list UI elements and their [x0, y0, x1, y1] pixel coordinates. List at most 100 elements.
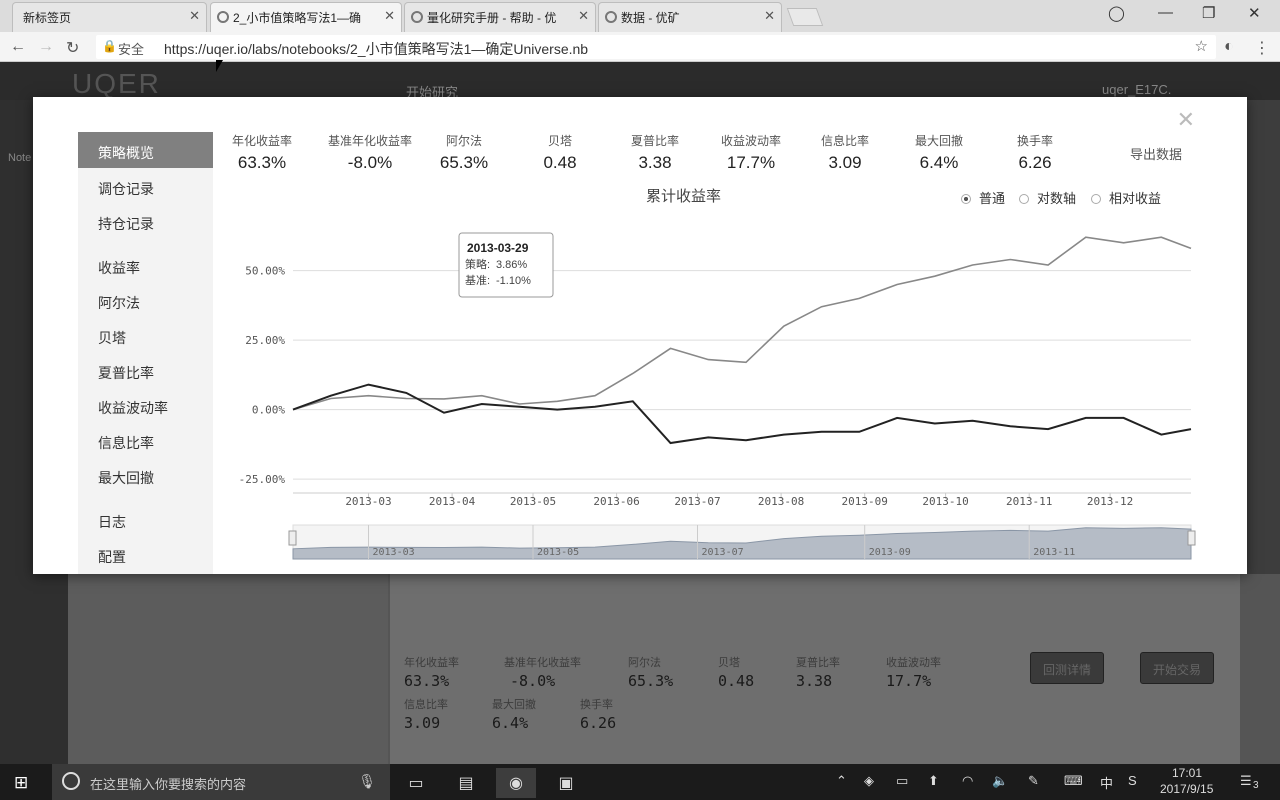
bg-stat-value: 3.09: [404, 714, 441, 732]
secure-label: 安全: [118, 42, 145, 57]
url-text[interactable]: https://uqer.io/labs/notebooks/2_小市值策略写法…: [164, 39, 588, 59]
task-view-icon[interactable]: ▭: [396, 768, 436, 798]
tab-handbook[interactable]: 量化研究手册 - 帮助 - 优 ✕: [404, 2, 596, 32]
navigator-tick-label: 2013-11: [1033, 547, 1075, 558]
address-bar[interactable]: 🔒 安全 https://uqer.io/labs/notebooks/2_小市…: [96, 35, 1216, 59]
battery-icon[interactable]: ▭: [896, 773, 908, 789]
bg-stat-label: 贝塔: [718, 657, 740, 669]
tooltip-date: 2013-03-29: [467, 241, 529, 255]
volume-icon[interactable]: 🔈: [992, 773, 1008, 789]
navigator-tick-label: 2013-07: [702, 547, 744, 558]
bg-stat-value: 17.7%: [886, 672, 932, 690]
windows-taskbar: ⊞ 在这里输入你要搜索的内容 🎙 ▭ ▤ ◉ ▣ ⌃ ◈ ▭ ⬆ ◠ 🔈 ✎ ⌨…: [0, 764, 1280, 800]
navigator-handle-right[interactable]: [1187, 530, 1196, 546]
notification-count: 3: [1253, 780, 1259, 791]
bg-stat-label: 最大回撤: [492, 699, 536, 711]
notification-icon[interactable]: ☰: [1240, 773, 1252, 789]
x-tick-label: 2013-12: [1087, 495, 1133, 508]
tooltip-benchmark-label: 基准:: [465, 274, 490, 287]
ime-indicator[interactable]: 中: [1100, 773, 1113, 792]
tooltip-benchmark-value: -1.10%: [496, 275, 531, 287]
bg-stat-value: 63.3%: [404, 672, 450, 690]
close-tab-icon[interactable]: ✕: [384, 8, 395, 24]
mouse-cursor-icon: [216, 60, 223, 72]
tray-display-icon[interactable]: ⬆: [928, 773, 939, 789]
sogou-icon[interactable]: S: [1128, 773, 1137, 788]
tab-new[interactable]: 新标签页 ✕: [12, 2, 207, 32]
bg-stat-label: 换手率: [580, 699, 613, 711]
forward-icon[interactable]: →: [38, 38, 54, 56]
profile-icon[interactable]: ◯: [1108, 4, 1125, 22]
tab-label: 量化研究手册 - 帮助 - 优: [427, 11, 557, 25]
bookmark-star-icon[interactable]: ☆: [1195, 37, 1208, 55]
backtest-summary-panel: 年化收益率 63.3% 基准年化收益率 -8.0% 阿尔法 65.3% 贝塔 0…: [390, 574, 1240, 764]
start-trading-button[interactable]: 开始交易: [1140, 652, 1215, 684]
cumulative-return-chart[interactable]: -25.00% 0.00% 25.00% 50.00% 2013-03 2013-04 2…: [33, 97, 1247, 574]
user-name[interactable]: uqer_E17C.: [1102, 82, 1171, 97]
pen-icon[interactable]: ✎: [1028, 773, 1039, 789]
clock-date[interactable]: 2017/9/15: [1160, 782, 1213, 796]
extension-icon[interactable]: ◐: [1224, 38, 1234, 56]
bg-stat-label: 夏普比率: [796, 657, 840, 669]
reload-icon[interactable]: ↻: [66, 38, 79, 58]
bg-stat-label: 阿尔法: [628, 657, 661, 669]
tab-notebook[interactable]: 2_小市值策略写法1—确 ✕: [210, 2, 402, 32]
series-line-benchmark[interactable]: [292, 383, 1192, 445]
chrome-icon[interactable]: ◉: [496, 768, 536, 798]
powerpoint-icon[interactable]: ▣: [546, 768, 586, 798]
chart-tooltip: 2013-03-29 策略: 3.86% 基准: -1.10%: [458, 232, 554, 298]
tray-app-icon[interactable]: ◈: [864, 773, 874, 789]
minimize-icon[interactable]: —: [1158, 4, 1173, 21]
bg-stat-value: -8.0%: [510, 672, 556, 690]
back-icon[interactable]: ←: [10, 38, 26, 56]
close-tab-icon[interactable]: ✕: [578, 8, 589, 24]
navigator-tick-label: 2013-03: [373, 547, 415, 558]
navigator-handle-left[interactable]: [288, 530, 297, 546]
tab-label: 2_小市值策略写法1—确: [233, 11, 362, 25]
new-tab-button[interactable]: [786, 8, 824, 26]
x-tick-label: 2013-06: [593, 495, 639, 508]
close-tab-icon[interactable]: ✕: [764, 8, 775, 24]
browser-toolbar: ← → ↻ 🔒 安全 https://uqer.io/labs/notebook…: [0, 32, 1280, 62]
series-line-strategy[interactable]: [292, 236, 1192, 411]
app-header: UQER 开始研究 uqer_E17C.: [0, 62, 1280, 100]
bg-stat-value: 6.26: [580, 714, 617, 732]
x-tick-label: 2013-04: [429, 495, 476, 508]
keyboard-icon[interactable]: ⌨: [1064, 773, 1083, 789]
bg-stat-label: 收益波动率: [886, 657, 941, 669]
maximize-icon[interactable]: ❐: [1202, 4, 1215, 22]
cortana-icon: [62, 772, 80, 790]
bg-stat-value: 0.48: [718, 672, 755, 690]
x-tick-label: 2013-08: [758, 495, 804, 508]
x-tick-label: 2013-03: [345, 495, 391, 508]
search-placeholder[interactable]: 在这里输入你要搜索的内容: [90, 774, 246, 793]
file-explorer-icon[interactable]: ▤: [446, 768, 486, 798]
notebook-label[interactable]: Note: [8, 152, 31, 164]
bg-stat-value: 3.38: [796, 672, 833, 690]
bg-stat-label: 年化收益率: [404, 657, 459, 669]
menu-dots-icon[interactable]: ⋮: [1254, 38, 1270, 58]
wifi-icon[interactable]: ◠: [962, 773, 973, 789]
tab-data[interactable]: 数据 - 优矿 ✕: [598, 2, 782, 32]
tab-label: 新标签页: [23, 11, 72, 25]
window-close-icon[interactable]: ✕: [1248, 4, 1261, 22]
taskbar-search[interactable]: 在这里输入你要搜索的内容 🎙: [52, 764, 390, 800]
bg-stat-value: 65.3%: [628, 672, 674, 690]
bg-stat-label: 基准年化收益率: [504, 657, 581, 669]
windows-start-icon[interactable]: ⊞: [14, 773, 28, 793]
backtest-details-button[interactable]: 回测详情: [1030, 652, 1105, 684]
bg-stat-value: 6.4%: [492, 714, 529, 732]
tab-label: 数据 - 优矿: [621, 11, 680, 25]
clock-time[interactable]: 17:01: [1172, 766, 1202, 780]
tray-chevron-icon[interactable]: ⌃: [836, 773, 847, 789]
y-tick-label: 50.00%: [245, 265, 285, 278]
navigator-tick-label: 2013-05: [537, 547, 579, 558]
page-left-panel: [68, 574, 388, 764]
tooltip-strategy-label: 策略:: [465, 257, 490, 271]
uqer-favicon-icon: [217, 11, 229, 23]
x-tick-label: 2013-10: [922, 495, 968, 508]
x-tick-label: 2013-09: [842, 495, 888, 508]
microphone-icon[interactable]: 🎙: [358, 773, 376, 790]
uqer-logo: UQER: [72, 68, 161, 99]
close-tab-icon[interactable]: ✕: [189, 8, 200, 24]
